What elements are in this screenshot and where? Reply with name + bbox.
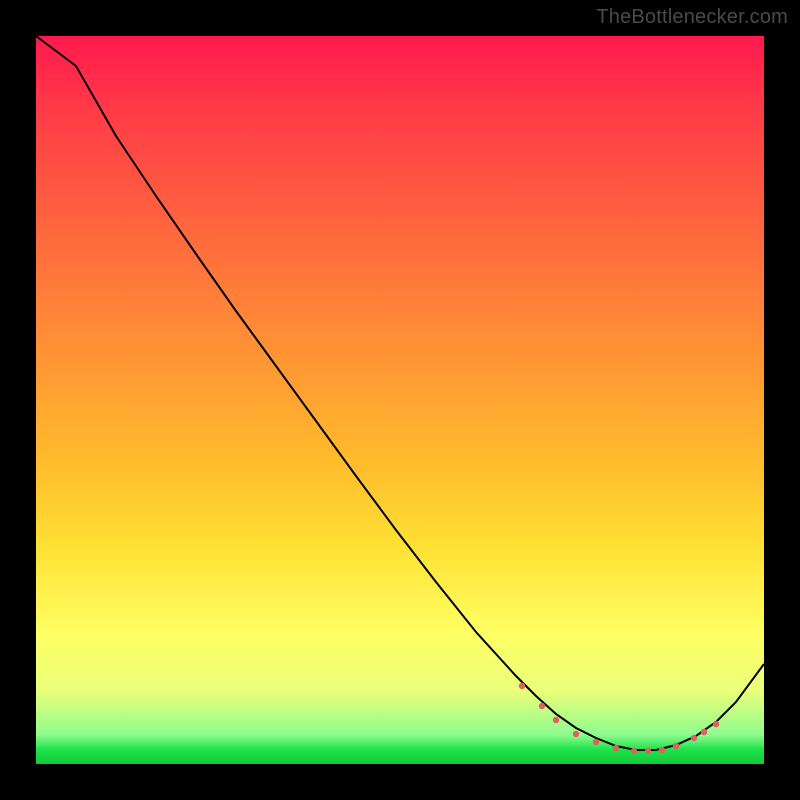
chart-frame: TheBottlenecker.com [0,0,800,800]
plot-background [36,36,764,764]
watermark-text: TheBottlenecker.com [596,6,788,29]
